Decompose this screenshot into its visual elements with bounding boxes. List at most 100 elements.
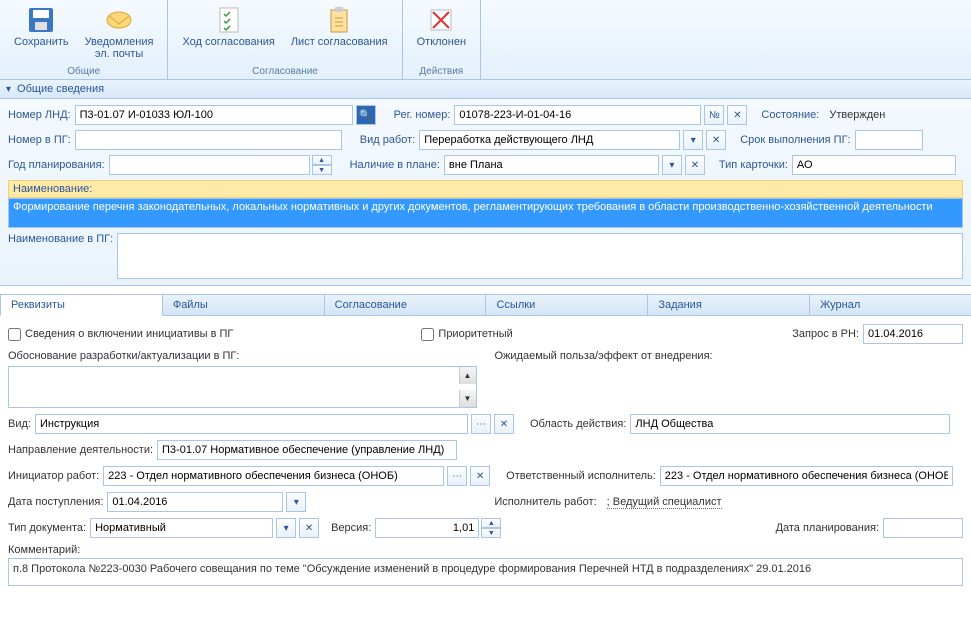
pg-number-label: Номер в ПГ: (8, 134, 71, 146)
details-pane: Сведения о включении инициативы в ПГ При… (0, 316, 971, 594)
general-form: Номер ЛНД: 🔍 Рег. номер: № ✕ Состояние: … (0, 99, 971, 286)
version-label: Версия: (331, 522, 371, 534)
plan-year-spin-up[interactable]: ▲ (312, 155, 332, 165)
card-type-input[interactable] (792, 155, 956, 175)
tab-journal[interactable]: Журнал (809, 294, 971, 315)
direction-input[interactable] (157, 440, 457, 460)
priority-checkbox[interactable]: Приоритетный (421, 328, 512, 341)
tab-details[interactable]: Реквизиты (0, 294, 163, 316)
approval-sheet-button[interactable]: Лист согласования (283, 2, 396, 66)
work-type-input[interactable] (419, 130, 680, 150)
deadline-input[interactable] (855, 130, 923, 150)
deadline-label: Срок выполнения ПГ: (740, 134, 850, 146)
kind-label: Вид: (8, 418, 31, 430)
justification-scroll-up[interactable]: ▲ (459, 367, 476, 384)
email-notify-button[interactable]: Уведомления эл. почты (77, 2, 162, 66)
section-title: Общие сведения (17, 83, 104, 95)
group-title-actions: Действия (409, 66, 474, 79)
reg-number-label: Рег. номер: (394, 109, 451, 121)
kind-clear-button[interactable]: ✕ (494, 414, 514, 434)
tab-strip: Реквизиты Файлы Согласование Ссылки Зада… (0, 294, 971, 316)
receipt-date-dropdown-button[interactable]: ▾ (286, 492, 306, 512)
in-plan-clear-button[interactable]: ✕ (685, 155, 705, 175)
approval-progress-label: Ход согласования (182, 36, 274, 48)
comment-value: п.8 Протокола №223-0030 Рабочего совещан… (13, 563, 811, 575)
save-button[interactable]: Сохранить (6, 2, 77, 66)
envelope-icon (104, 4, 134, 36)
reg-number-clear-button[interactable]: ✕ (727, 105, 747, 125)
version-spin-up[interactable]: ▲ (481, 518, 501, 528)
in-plan-dropdown-button[interactable]: ▾ (662, 155, 682, 175)
clipboard-icon (327, 4, 351, 36)
save-label: Сохранить (14, 36, 69, 48)
tab-files[interactable]: Файлы (162, 294, 325, 315)
receipt-date-input[interactable] (107, 492, 283, 512)
tab-approval[interactable]: Согласование (324, 294, 487, 315)
priority-label: Приоритетный (438, 328, 512, 340)
reg-number-no-button[interactable]: № (704, 105, 724, 125)
checklist-icon (217, 4, 241, 36)
scope-label: Область действия: (530, 418, 626, 430)
doc-type-input[interactable] (90, 518, 273, 538)
initiator-dots-button[interactable]: ⋯ (447, 466, 467, 486)
performer-value[interactable]: ; Ведущий специалист (607, 496, 722, 509)
in-plan-input[interactable] (444, 155, 659, 175)
tab-tasks[interactable]: Задания (647, 294, 810, 315)
plan-year-label: Год планирования: (8, 159, 105, 171)
reg-number-input[interactable] (454, 105, 701, 125)
initiative-in-pg-checkbox[interactable]: Сведения о включении инициативы в ПГ (8, 328, 233, 341)
plan-date-label: Дата планирования: (776, 522, 879, 534)
receipt-date-label: Дата поступления: (8, 496, 103, 508)
request-rn-label: Запрос в РН: (792, 328, 859, 340)
ribbon-group-approval: Ход согласования Лист согласования Согла… (168, 0, 402, 79)
section-header-general[interactable]: ▾ Общие сведения (0, 80, 971, 99)
name-value[interactable]: Формирование перечня законодательных, ло… (8, 198, 963, 228)
work-type-clear-button[interactable]: ✕ (706, 130, 726, 150)
work-type-dropdown-button[interactable]: ▾ (683, 130, 703, 150)
ribbon-group-actions: Отклонен Действия (403, 0, 481, 79)
request-rn-input[interactable] (863, 324, 963, 344)
pg-number-input[interactable] (75, 130, 342, 150)
comment-input[interactable]: п.8 Протокола №223-0030 Рабочего совещан… (8, 558, 963, 586)
initiator-label: Инициатор работ: (8, 470, 99, 482)
priority-input[interactable] (421, 328, 434, 341)
responsible-label: Ответственный исполнитель: (506, 470, 656, 482)
group-title-common: Общие (6, 66, 161, 79)
tab-links[interactable]: Ссылки (485, 294, 648, 315)
lnd-number-input[interactable] (75, 105, 353, 125)
pg-name-input[interactable] (117, 233, 963, 279)
version-input[interactable] (375, 518, 479, 538)
doc-type-clear-button[interactable]: ✕ (299, 518, 319, 538)
justification-scroll-down[interactable]: ▼ (459, 390, 476, 407)
state-value: Утвержден (823, 109, 885, 121)
justification-input[interactable]: ▲ ▼ (8, 366, 477, 408)
plan-date-input[interactable] (883, 518, 963, 538)
chevron-down-icon: ▾ (6, 84, 11, 95)
name-label: Наименование: (8, 180, 963, 198)
rejected-button[interactable]: Отклонен (409, 2, 474, 66)
save-icon (27, 4, 55, 36)
plan-year-spin-down[interactable]: ▼ (312, 165, 332, 175)
responsible-input[interactable] (660, 466, 953, 486)
lnd-number-label: Номер ЛНД: (8, 109, 71, 121)
approval-progress-button[interactable]: Ход согласования (174, 2, 282, 66)
version-spin-down[interactable]: ▼ (481, 528, 501, 538)
work-type-label: Вид работ: (360, 134, 415, 146)
initiator-input[interactable] (103, 466, 444, 486)
initiative-in-pg-input[interactable] (8, 328, 21, 341)
lnd-lookup-button[interactable]: 🔍 (356, 105, 376, 125)
state-label: Состояние: (761, 109, 819, 121)
doc-type-label: Тип документа: (8, 522, 86, 534)
plan-year-input[interactable] (109, 155, 310, 175)
kind-input[interactable] (35, 414, 468, 434)
scope-input[interactable] (630, 414, 950, 434)
rejected-label: Отклонен (417, 36, 466, 48)
doc-type-dropdown-button[interactable]: ▾ (276, 518, 296, 538)
kind-dots-button[interactable]: ⋯ (471, 414, 491, 434)
comment-label: Комментарий: (8, 544, 80, 556)
initiator-clear-button[interactable]: ✕ (470, 466, 490, 486)
performer-label: Исполнитель работ: (494, 496, 596, 508)
ribbon-group-common: Сохранить Уведомления эл. почты Общие (0, 0, 168, 79)
reject-icon (427, 4, 455, 36)
in-plan-label: Наличие в плане: (350, 159, 440, 171)
